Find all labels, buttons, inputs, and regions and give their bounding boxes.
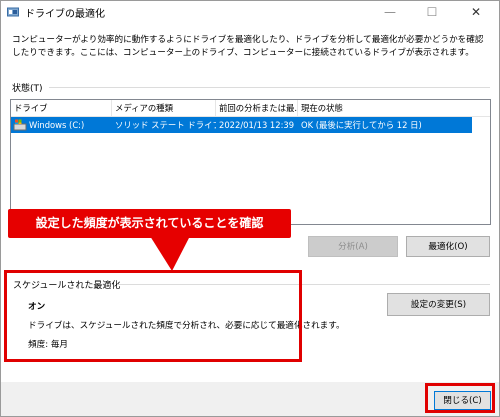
drive-last-run: 2022/01/13 12:39 bbox=[219, 120, 295, 130]
analyze-button[interactable]: 分析(A) bbox=[308, 236, 398, 257]
column-header-current-status[interactable]: 現在の状態 bbox=[298, 100, 468, 116]
column-header-drive[interactable]: ドライブ bbox=[11, 100, 112, 116]
drive-icon bbox=[13, 119, 27, 131]
column-header-media-type[interactable]: メディアの種類 bbox=[112, 100, 216, 116]
window-title: ドライブの最適化 bbox=[25, 9, 105, 20]
annotation-callout: 設定した頻度が表示されていることを確認 bbox=[8, 209, 291, 238]
status-label: 状態(T) bbox=[12, 84, 43, 94]
defrag-icon bbox=[7, 7, 19, 17]
close-window-button[interactable]: ✕ bbox=[457, 1, 495, 23]
column-header-last-run[interactable]: 前回の分析または最... bbox=[216, 100, 298, 116]
drive-name: Windows (C:) bbox=[29, 120, 85, 130]
drive-row-selected[interactable]: Windows (C:) ソリッド ステート ドライブ 2022/01/13 1… bbox=[11, 117, 472, 133]
schedule-highlight-box bbox=[4, 270, 302, 362]
title-bar: ドライブの最適化 — ☐ ✕ bbox=[1, 1, 499, 23]
drive-current-status: OK (最後に実行してから 12 日) bbox=[301, 120, 422, 130]
change-settings-button[interactable]: 設定の変更(S) bbox=[387, 293, 490, 316]
status-divider bbox=[49, 87, 490, 88]
drive-list[interactable]: ドライブ メディアの種類 前回の分析または最... 現在の状態 Windows … bbox=[10, 99, 491, 225]
minimize-button[interactable]: — bbox=[371, 1, 409, 23]
maximize-button[interactable]: ☐ bbox=[413, 1, 451, 23]
description-text: コンピューターがより効率的に動作するようにドライブを最適化したり、ドライブを分析… bbox=[12, 35, 484, 58]
drive-list-header: ドライブ メディアの種類 前回の分析または最... 現在の状態 bbox=[11, 100, 490, 117]
optimize-button[interactable]: 最適化(O) bbox=[406, 236, 490, 257]
drive-media-type: ソリッド ステート ドライブ bbox=[115, 120, 216, 130]
close-highlight-box bbox=[425, 383, 495, 413]
